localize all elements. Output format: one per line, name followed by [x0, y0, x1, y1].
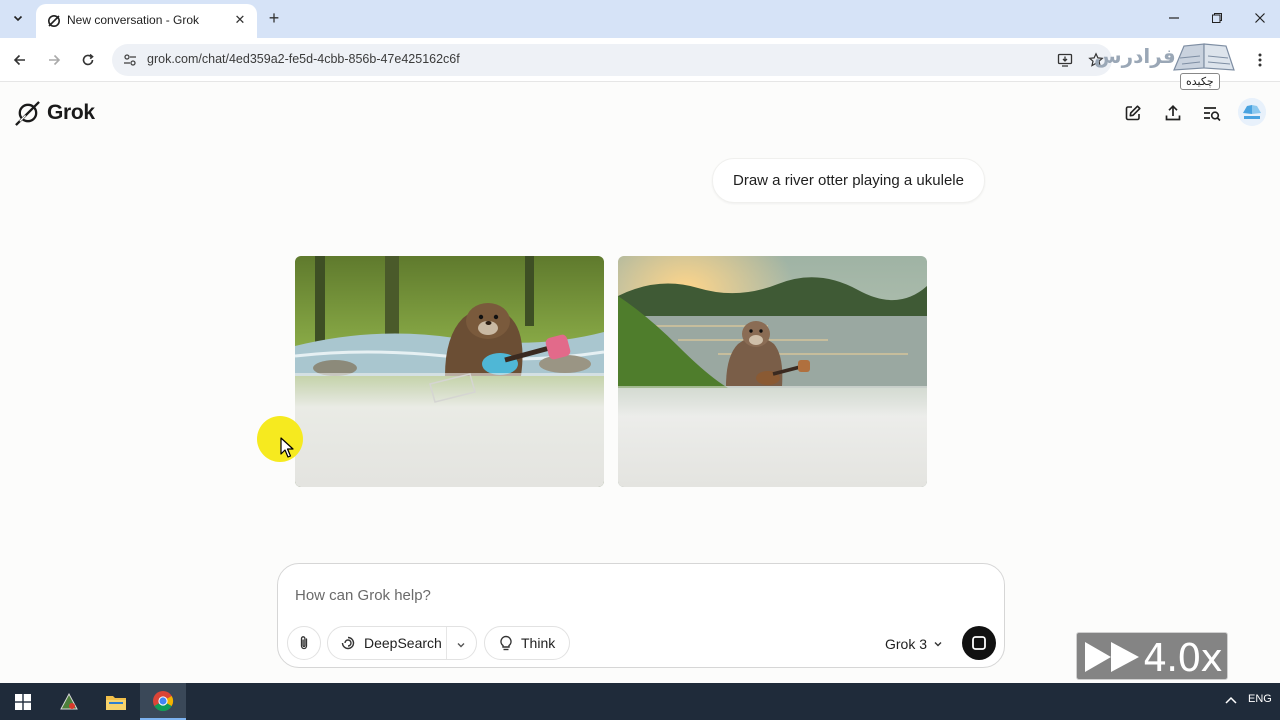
- url-text: grok.com/chat/4ed359a2-fe5d-4cbb-856b-47…: [147, 52, 460, 66]
- think-button[interactable]: Think: [484, 626, 570, 660]
- tab-close-icon[interactable]: ✕: [231, 11, 249, 29]
- mouse-pointer-icon: [280, 437, 294, 458]
- lightbulb-icon: [498, 635, 514, 652]
- grok-favicon-icon: [48, 15, 60, 27]
- install-app-icon[interactable]: [1056, 51, 1074, 69]
- tab-title: New conversation - Grok: [67, 13, 200, 27]
- deepsearch-chevron-down-icon[interactable]: [456, 637, 466, 653]
- browser-tabstrip: New conversation - Grok ✕ +: [0, 0, 1280, 38]
- browser-toolbar: grok.com/chat/4ed359a2-fe5d-4cbb-856b-47…: [0, 38, 1280, 82]
- grok-logo[interactable]: Grok: [14, 98, 95, 128]
- generated-image-1[interactable]: [295, 256, 604, 487]
- windows-start-icon[interactable]: [0, 683, 46, 720]
- file-explorer-icon[interactable]: [93, 683, 139, 720]
- restore-icon[interactable]: [1208, 9, 1226, 27]
- user-avatar[interactable]: [1238, 98, 1266, 126]
- browser-tab-active[interactable]: New conversation - Grok ✕: [36, 4, 257, 38]
- deepsearch-swirl-icon: [339, 635, 357, 651]
- model-selector[interactable]: Grok 3: [885, 634, 943, 654]
- site-info-tune-icon[interactable]: [122, 52, 138, 68]
- attach-paperclip-icon[interactable]: [287, 626, 321, 660]
- message-composer: DeepSearch Think Grok 3: [277, 563, 1005, 668]
- playback-speed-text: 4.0x: [1143, 636, 1223, 680]
- faradars-watermark-logo: فرادرس: [1088, 40, 1238, 76]
- minimize-icon[interactable]: [1165, 9, 1183, 27]
- generated-image-2[interactable]: [618, 256, 927, 487]
- tray-expand-chevron-icon[interactable]: [1225, 695, 1237, 707]
- browser-menu-kebab-icon[interactable]: [1252, 50, 1268, 70]
- share-upload-icon[interactable]: [1161, 101, 1185, 125]
- deepsearch-divider: [446, 627, 447, 659]
- input-language-indicator[interactable]: ENG: [1248, 693, 1272, 705]
- window-close-icon[interactable]: [1251, 9, 1269, 27]
- windows-taskbar: ENG: [0, 683, 1280, 720]
- deepsearch-button[interactable]: DeepSearch: [327, 626, 477, 660]
- think-label: Think: [521, 635, 556, 651]
- reload-icon[interactable]: [76, 48, 100, 72]
- address-bar[interactable]: grok.com/chat/4ed359a2-fe5d-4cbb-856b-47…: [112, 44, 1112, 76]
- playback-speed-overlay: 4.0x: [1076, 632, 1228, 680]
- extension-tooltip: چکیده: [1180, 73, 1220, 90]
- taskbar-app-tool-icon[interactable]: [46, 683, 92, 720]
- stop-generation-button[interactable]: [962, 626, 996, 660]
- deepsearch-label: DeepSearch: [364, 635, 442, 651]
- new-chat-edit-icon[interactable]: [1121, 101, 1145, 125]
- tab-search-chevron-icon[interactable]: [6, 6, 30, 30]
- forward-arrow-icon[interactable]: [42, 48, 66, 72]
- prompt-input[interactable]: [295, 584, 935, 606]
- chrome-taskbar-icon[interactable]: [140, 683, 186, 720]
- fast-forward-icon: [1085, 642, 1139, 672]
- model-chevron-down-icon: [933, 636, 943, 652]
- grok-logo-text: Grok: [47, 101, 95, 124]
- model-label: Grok 3: [885, 636, 928, 652]
- new-tab-plus-icon[interactable]: +: [264, 8, 284, 28]
- history-search-icon[interactable]: [1200, 101, 1224, 125]
- stop-square-icon: [972, 636, 986, 650]
- user-message-bubble: Draw a river otter playing a ukulele: [712, 158, 985, 203]
- grok-logo-icon: [15, 100, 40, 126]
- back-arrow-icon[interactable]: [8, 48, 32, 72]
